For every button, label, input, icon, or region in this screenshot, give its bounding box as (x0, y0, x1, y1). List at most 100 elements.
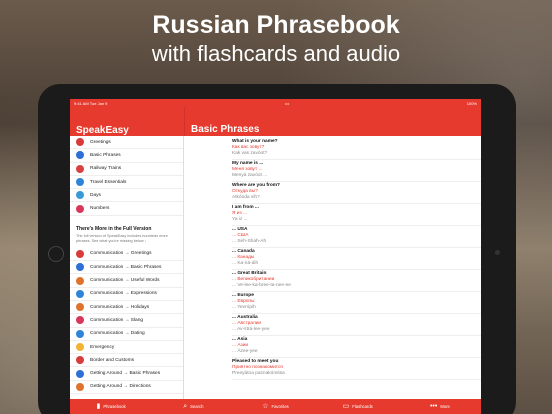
app-screen: 9:41 AM Tue Jan 9 ••• 100% SpeakEasy Bas… (70, 99, 481, 414)
heart-icon (76, 329, 84, 338)
tab-label: Flashcards (352, 404, 373, 409)
full-version-title: There's More in the Full Version (76, 225, 152, 232)
sidebar-locked-item[interactable]: Border and Customs (70, 354, 183, 368)
star-icon (76, 289, 84, 298)
train-icon (76, 164, 84, 173)
chat-icon (76, 263, 84, 272)
sidebar-item[interactable]: Basic Phrases (70, 149, 183, 163)
sidebar-locked-item[interactable]: Getting Around → Directions (70, 381, 183, 395)
phrase-transliteration: Atkóoda vih? (232, 195, 260, 200)
sidebar-item-label: Travel Essentials (90, 179, 127, 185)
chat-icon (76, 151, 84, 160)
sidebar-item-label: Communication → Dating (90, 331, 145, 337)
headline-subtitle: with flashcards and audio (151, 41, 401, 66)
phrase-transliteration: Menyá zavóot ... (232, 173, 268, 178)
tab-more[interactable]: ••• More (399, 399, 481, 414)
passport-icon (76, 356, 84, 365)
tab-bar: ▮ Phrasebook ⌕ Search ☆ Favorites ▭ Flashcards •… (70, 399, 481, 414)
sidebar-item-label: Communication → Holidays (90, 304, 150, 310)
numbers-icon (76, 204, 84, 213)
sidebar-locked-item[interactable]: Communication → Dating (70, 328, 183, 341)
phrase-row[interactable]: ... Europe... Европы... Yevrópih (232, 292, 481, 314)
speech-bubble-icon (76, 249, 84, 258)
home-button[interactable] (48, 246, 64, 262)
phrase-row[interactable]: ... Canada... Канады... Ka-ná-dih (232, 248, 481, 270)
sidebar-locked-item[interactable]: Communication → Basic Phrases (70, 261, 183, 275)
phrase-transliteration: ... Ka-ná-dih (232, 261, 259, 266)
tab-flashcards[interactable]: ▭ Flashcards (317, 399, 399, 414)
alert-icon (76, 343, 84, 351)
sidebar-locked-item[interactable]: Communication → Greetings (70, 248, 183, 262)
phrase-transliteration: ... Yevrópih (232, 305, 256, 310)
sidebar-item-label: Railway Trains (90, 166, 122, 172)
sidebar-item-label: Getting Around → Basic Phrases (90, 371, 161, 377)
megaphone-icon (76, 316, 84, 325)
sidebar-locked-item[interactable]: Getting Around → Basic Phrases (70, 367, 183, 381)
status-battery: 100% (466, 100, 477, 106)
tab-phrasebook[interactable]: ▮ Phrasebook (70, 399, 152, 414)
more-icon: ••• (429, 403, 438, 410)
sidebar-locked-item[interactable]: Communication → Expressions (70, 288, 183, 301)
phrase-list: What is your name? Как вас зовут? Kak vas … (184, 136, 481, 399)
camera-icon (495, 250, 500, 255)
phrase-row[interactable]: My name is ... Меня зовут ... Menyá zavóot… (232, 160, 481, 182)
book-icon (76, 276, 84, 285)
section-title: Basic Phrases (184, 107, 481, 136)
phrase-row[interactable]: ... Great Britain... Великобритании... V… (232, 270, 481, 292)
sidebar-item-label: Emergency (90, 344, 115, 350)
status-time: 9:41 AM Tue Jan 9 (74, 100, 108, 106)
phrase-row[interactable]: Pleased to meet you Приятно познакомится P… (232, 358, 481, 380)
phrase-transliteration: ... Seh-Shah-Ah (232, 239, 267, 244)
map-icon (76, 369, 84, 378)
tab-label: Phrasebook (103, 404, 126, 409)
compass-icon (76, 382, 84, 391)
sidebar: Greetings Basic Phrases Railway Trains Trav… (70, 136, 184, 399)
calendar-icon (76, 191, 84, 200)
tab-favorites[interactable]: ☆ Favorites (234, 399, 316, 414)
headline-title: Russian Phrasebook (152, 11, 400, 39)
sidebar-item-label: Basic Phrases (90, 152, 121, 158)
book-icon: ▮ (96, 403, 101, 410)
cards-icon: ▭ (342, 403, 350, 410)
sidebar-locked-item[interactable]: Communication → Slang (70, 314, 183, 328)
marketing-headline: Russian Phrasebook with flashcards and a… (0, 10, 552, 68)
status-dots: ••• (284, 100, 290, 106)
phrase-row[interactable]: I am from ... Я из ... Ya iz ... (232, 204, 481, 226)
sidebar-item-label: Communication → Useful Words (90, 278, 160, 284)
status-bar: 9:41 AM Tue Jan 9 ••• 100% (70, 99, 481, 107)
navigation-bar: SpeakEasy Basic Phrases (70, 107, 481, 136)
gift-icon (76, 303, 84, 312)
sidebar-item-label: Days (90, 192, 101, 198)
sidebar-item-label: Border and Customs (90, 357, 134, 363)
speech-bubble-icon (76, 138, 84, 147)
tab-label: Favorites (271, 404, 289, 409)
sidebar-item[interactable]: Days (70, 189, 183, 203)
phrase-transliteration: Preeyátna paznakómitsa (232, 371, 285, 376)
sidebar-locked-item[interactable]: Emergency (70, 341, 183, 355)
sidebar-item[interactable]: Railway Trains (70, 163, 183, 176)
phrase-transliteration: Kak vas zavóot? (232, 151, 268, 156)
sidebar-item-label: Numbers (90, 206, 110, 212)
sidebar-item-label: Communication → Expressions (90, 291, 157, 297)
search-icon: ⌕ (183, 403, 188, 410)
phrase-row[interactable]: ... USA... США... Seh-Shah-Ah (232, 226, 481, 248)
phrase-row[interactable]: ... Asia... Азии... Ázee-yee (232, 336, 481, 358)
luggage-icon (76, 178, 84, 187)
phrase-row[interactable]: ... Australia... Австралии... Av-strá-le… (232, 314, 481, 336)
phrase-row[interactable]: What is your name? Как вас зовут? Kak vas … (232, 138, 481, 160)
sidebar-item-label: Communication → Basic Phrases (90, 264, 162, 270)
sidebar-item-label: Communication → Slang (90, 317, 144, 323)
full-version-description: The full version of SpeakEasy includes h… (76, 233, 168, 243)
sidebar-item[interactable]: Travel Essentials (70, 176, 183, 190)
tab-label: More (440, 404, 450, 409)
star-icon: ☆ (262, 403, 269, 410)
sidebar-locked-item[interactable]: Communication → Useful Words (70, 274, 183, 288)
sidebar-locked-item[interactable]: Communication → Holidays (70, 301, 183, 315)
sidebar-item-label: Getting Around → Directions (90, 384, 151, 390)
sidebar-item-label: Greetings (90, 139, 111, 145)
sidebar-item-label: Communication → Greetings (90, 251, 152, 257)
sidebar-item[interactable]: Numbers (70, 202, 183, 216)
phrase-row[interactable]: Where are you from? Откуда вы? Atkóoda vih… (232, 182, 481, 204)
sidebar-item[interactable]: Greetings (70, 136, 183, 150)
tab-search[interactable]: ⌕ Search (152, 399, 234, 414)
